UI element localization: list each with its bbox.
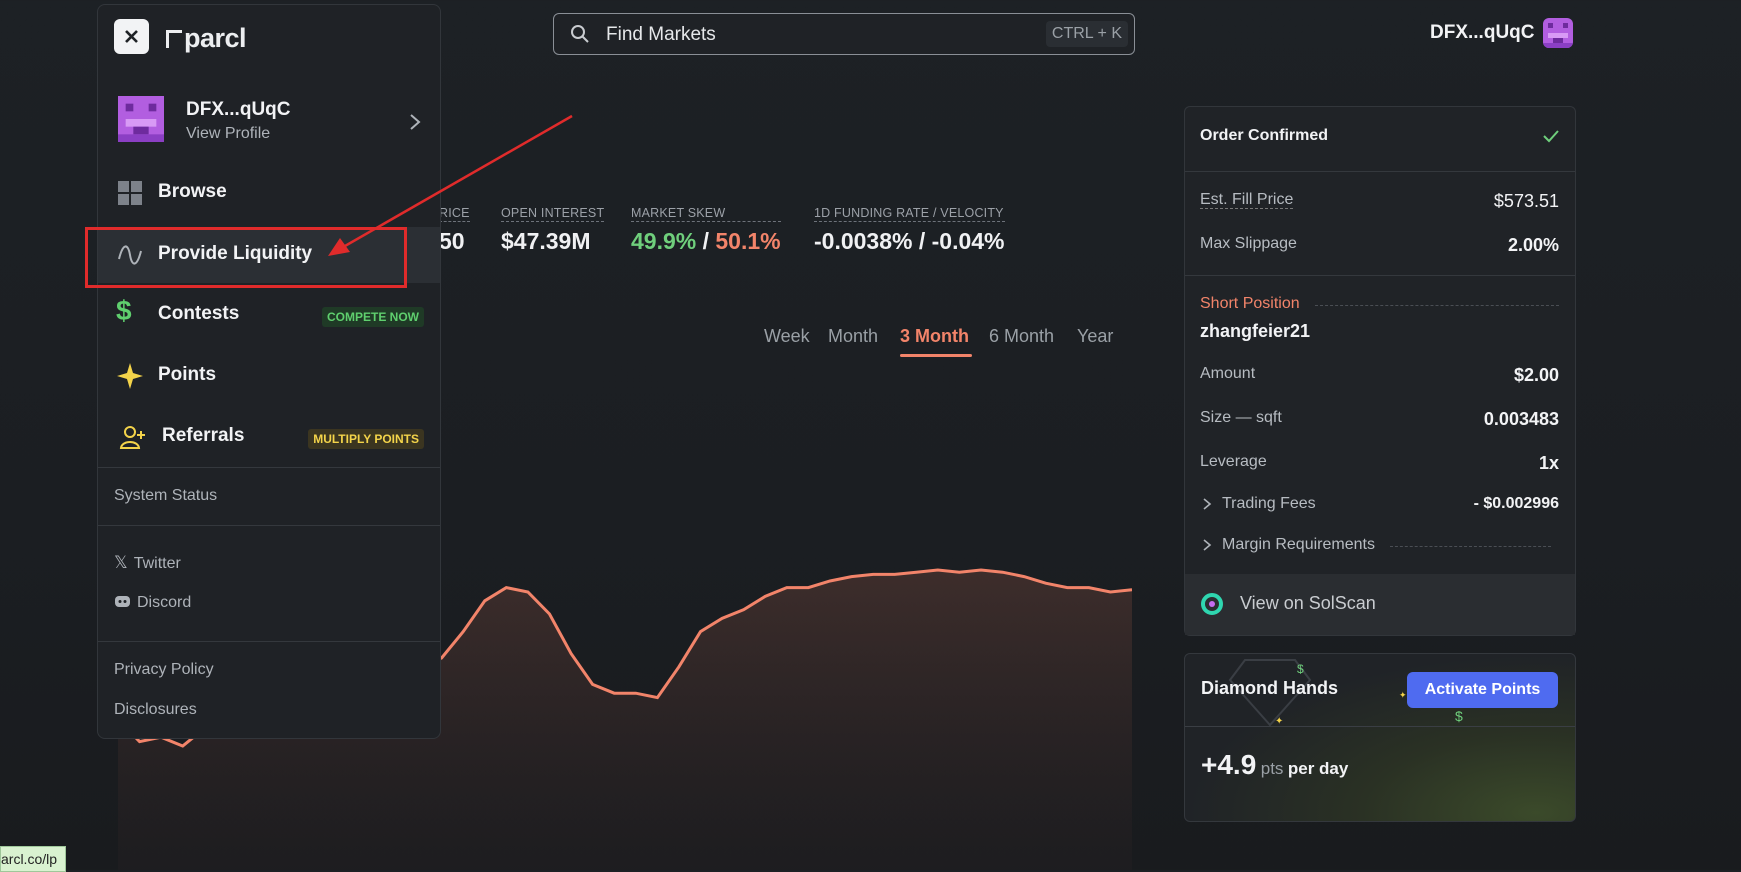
check-icon — [1543, 130, 1559, 143]
market-skew-stat: MARKET SKEW 49.9% / 50.1% — [631, 206, 781, 254]
slippage-value: 2.00% — [1507, 235, 1559, 255]
leverage-label: Leverage — [1200, 453, 1267, 470]
activate-points-button[interactable]: Activate Points — [1407, 672, 1558, 708]
amount-label: Amount — [1200, 365, 1256, 382]
add-user-icon — [119, 426, 145, 449]
profile-name: DFX...qUqC — [186, 99, 291, 120]
menu-item-referrals[interactable]: Referrals MULTIPLY POINTS — [98, 409, 440, 465]
view-profile-label: View Profile — [186, 125, 271, 142]
fill-price-value: $573.51 — [1493, 191, 1559, 211]
sparkle-icon: ✦ — [1399, 690, 1407, 700]
discord-link[interactable]: Discord — [114, 594, 191, 612]
dollar-icon: $ — [116, 295, 132, 326]
tab-3-month[interactable]: 3 Month — [900, 326, 969, 347]
tab-month[interactable]: Month — [828, 326, 878, 347]
amount-value: $2.00 — [1513, 365, 1559, 385]
funding-rate-stat: 1D FUNDING RATE / VELOCITY -0.0038% / -0… — [814, 206, 1005, 254]
tab-6-month[interactable]: 6 Month — [989, 326, 1054, 347]
compete-now-badge: COMPETE NOW — [322, 307, 424, 327]
search-shortcut: CTRL + K — [1045, 21, 1128, 47]
dollar-sparkle-icon: $ — [1297, 662, 1304, 676]
avatar — [118, 96, 164, 142]
multiply-points-badge: MULTIPLY POINTS — [308, 429, 424, 449]
points-title: Diamond Hands — [1201, 678, 1339, 698]
slippage-label: Max Slippage — [1200, 235, 1297, 252]
close-icon — [125, 30, 138, 43]
chevron-right-icon — [1203, 498, 1212, 510]
search-icon — [571, 25, 589, 43]
x-icon: 𝕏 — [114, 553, 128, 572]
dollar-sparkle-icon: $ — [1455, 708, 1463, 724]
annotation-arrow — [328, 114, 573, 256]
parcl-logo[interactable]: parcl — [166, 23, 247, 54]
avatar[interactable] — [1543, 18, 1573, 48]
solscan-link[interactable]: View on SolScan — [1185, 574, 1575, 635]
margin-requirements-row[interactable]: Margin Requirements — [1200, 536, 1559, 554]
search-input[interactable]: Find Markets — [606, 24, 716, 46]
chevron-right-icon — [1203, 539, 1212, 551]
position-label: Short Position — [1200, 295, 1300, 312]
sparkle-icon — [117, 363, 143, 389]
order-title: Order Confirmed — [1200, 127, 1329, 144]
username: zhangfeier21 — [1200, 321, 1311, 341]
tab-year[interactable]: Year — [1077, 326, 1113, 347]
twitter-link[interactable]: 𝕏 Twitter — [114, 553, 181, 573]
disclosures-link[interactable]: Disclosures — [114, 701, 197, 719]
size-label: Size — sqft — [1200, 409, 1282, 426]
size-value: 0.003483 — [1483, 409, 1559, 429]
trading-fees-value: - $0.002996 — [1473, 495, 1559, 512]
discord-icon — [115, 596, 130, 607]
skew-short: 50.1% — [715, 228, 781, 254]
menu-item-points[interactable]: Points — [98, 348, 440, 404]
wallet-address[interactable]: DFX...qUqC — [1430, 22, 1535, 44]
menu-item-contests[interactable]: $ Contests COMPETE NOW — [98, 287, 440, 343]
sparkle-icon: ✦ — [1275, 716, 1284, 727]
privacy-policy-link[interactable]: Privacy Policy — [114, 661, 214, 679]
grid-icon — [118, 181, 142, 205]
order-confirmation-panel: Order Confirmed Est. Fill Price $573.51 … — [1184, 106, 1576, 636]
system-status-link[interactable]: System Status — [114, 487, 217, 505]
trading-fees-row[interactable]: Trading Fees - $0.002996 — [1200, 495, 1559, 513]
solscan-icon — [1201, 593, 1223, 615]
skew-long: 49.9% — [631, 228, 697, 254]
points-card: Diamond Hands Activate Points +4.9 pts p… — [1184, 653, 1576, 822]
leverage-value: 1x — [1538, 453, 1559, 473]
close-menu-button[interactable] — [114, 19, 149, 54]
fill-price-label: Est. Fill Price — [1200, 191, 1294, 209]
active-tab-indicator — [900, 354, 972, 357]
search-bar[interactable]: Find Markets CTRL + K — [553, 13, 1135, 55]
status-url-tooltip: arcl.co/lp — [0, 846, 67, 872]
points-value: +4.9 — [1201, 749, 1257, 780]
tab-week[interactable]: Week — [764, 326, 810, 347]
